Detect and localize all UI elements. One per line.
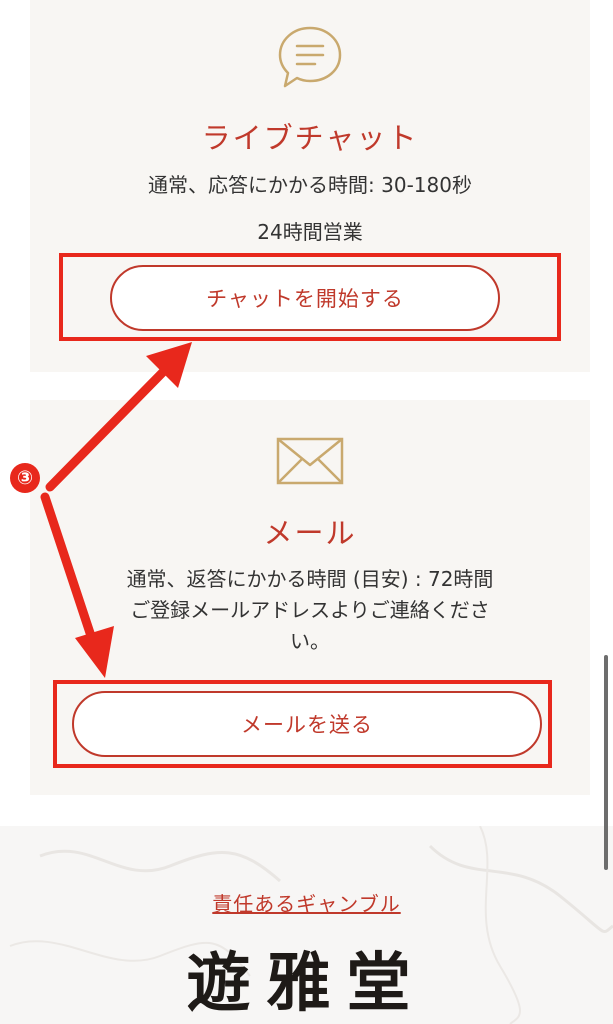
chat-hours: 24時間営業 (257, 220, 363, 244)
send-mail-button[interactable]: メールを送る (72, 691, 542, 757)
envelope-icon (30, 436, 590, 486)
scrollbar[interactable] (604, 655, 608, 870)
footer: 責任あるギャンブル 遊雅堂 (0, 826, 613, 1024)
step-number-badge: ③ (10, 463, 40, 493)
mail-title: メール (263, 516, 357, 550)
speech-bubble-icon (30, 22, 590, 92)
mail-contact-info-end: い。 (290, 629, 330, 653)
chat-response-time: 通常、応答にかかる時間: 30-180秒 (148, 173, 472, 197)
start-chat-button[interactable]: チャットを開始する (110, 265, 500, 331)
live-chat-card: ライブチャット 通常、応答にかかる時間: 30-180秒 24時間営業 チャット… (30, 0, 590, 372)
mail-contact-info: ご登録メールアドレスよりご連絡くださ (130, 598, 490, 622)
live-chat-title: ライブチャット (201, 121, 419, 155)
site-logo: 遊雅堂 (186, 946, 427, 1021)
mail-response-time: 通常、返答にかかる時間 (目安) : 72時間 (126, 567, 494, 591)
mail-card: メール 通常、返答にかかる時間 (目安) : 72時間 ご登録メールアドレスより… (30, 400, 590, 795)
responsible-gambling-link[interactable]: 責任あるギャンブル (0, 888, 613, 917)
